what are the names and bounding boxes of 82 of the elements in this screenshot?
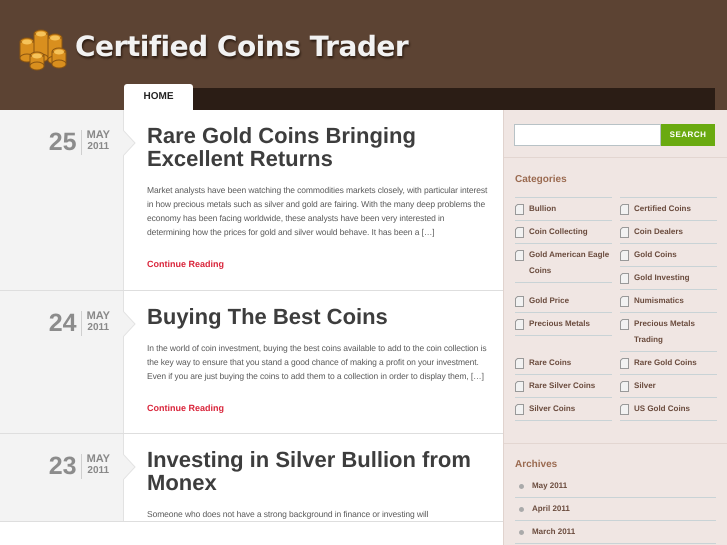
category-label: Gold Investing [634,272,690,284]
category-link[interactable]: Rare Gold Coins [620,352,717,375]
document-icon [515,358,524,369]
post-title[interactable]: Rare Gold Coins Bringing Excellent Returns [147,124,489,170]
category-link[interactable]: Bullion [515,197,612,221]
category-label: Rare Silver Coins [529,380,596,392]
date-month: MAY [86,130,110,141]
post-title[interactable]: Investing in Silver Bullion from Monex [147,448,489,494]
category-label: Precious Metals Trading [634,318,696,346]
document-icon [515,204,524,215]
archive-label: May 2011 [532,480,568,492]
category-label: Bullion [529,203,556,215]
post-excerpt: Market analysts have been watching the commodities markets closely, with particular interest in how precious metals such as silver and gold are fairing. With the many deep problems the economy has been facing worldwide, these analysts have been very interested in determining how the prices for gold and silver would behave. It has been a […] [147,184,488,239]
category-label: Coin Collecting [529,226,588,238]
document-icon [515,404,524,415]
date-year: 2011 [87,141,110,152]
category-label: Gold Price [529,295,570,307]
bullet-icon [519,530,524,534]
document-icon [515,250,524,261]
date-day: 24 [48,310,82,336]
category-label: Precious Metals [529,318,590,330]
site-title[interactable]: Certified Coins Trader [75,26,408,68]
category-link[interactable]: Rare Silver Coins [515,375,612,398]
date-month: MAY [86,310,110,322]
date-year: 2011 [87,465,110,476]
archive-label: April 2011 [532,503,570,515]
document-icon [620,404,629,415]
date-day: 23 [48,454,82,479]
category-link[interactable]: Gold Investing [620,267,717,290]
date-day: 25 [48,130,82,155]
archive-link[interactable]: April 2011 [515,498,716,521]
category-link[interactable]: Gold Coins [620,244,717,267]
date-year: 2011 [87,322,110,332]
archive-label: March 2011 [532,526,576,538]
document-icon [620,250,629,261]
section-heading: Archives [515,458,558,472]
document-icon [620,227,629,238]
document-icon [620,358,629,369]
category-label: Certified Coins [634,203,691,215]
category-label: Coin Dealers [634,226,683,238]
post-title[interactable]: Buying The Best Coins [147,304,489,328]
category-label: Silver [634,380,656,392]
category-link[interactable]: Silver Coins [515,398,612,421]
category-link[interactable]: Numismatics [620,290,717,313]
document-icon [620,273,629,284]
category-label: Numismatics [634,295,684,307]
category-link[interactable]: US Gold Coins [620,398,717,421]
category-link[interactable]: Gold American Eagle Coins [515,244,612,283]
category-link[interactable]: Coin Dealers [620,221,717,244]
category-label: Rare Gold Coins [634,357,697,369]
category-label: US Gold Coins [634,403,690,415]
category-link[interactable]: Gold Price [515,290,612,313]
document-icon [620,381,629,392]
bullet-icon [519,506,524,512]
section-heading: Categories [515,173,568,187]
archive-link[interactable]: May 2011 [515,475,716,498]
category-link[interactable]: Certified Coins [620,197,717,221]
document-icon [515,319,524,330]
document-icon [515,381,524,392]
continue-reading-link[interactable]: Continue Reading [147,258,489,272]
category-label: Gold American Eagle Coins [529,249,610,277]
document-icon [515,227,524,238]
document-icon [620,319,629,330]
bullet-icon [519,484,524,488]
post-excerpt: In the world of coin investment, buying the best coins available to add to the coin collection is the key way to ensure that you stand a good chance of making a profit on your investment. Even if you are just buying the coins to add them to a collection in order to display them, […] [147,342,488,382]
nav-tab[interactable]: HOME [124,84,193,110]
category-link[interactable]: Precious Metals Trading [620,313,717,352]
category-label: Silver Coins [529,403,576,415]
date-month: MAY [86,454,110,465]
document-icon [620,204,629,215]
search-field[interactable] [514,124,661,146]
category-link[interactable]: Precious Metals [515,313,612,336]
post-excerpt: Someone who does not have a strong background in finance or investing will [147,508,430,521]
document-icon [620,296,629,307]
continue-reading-link[interactable]: Continue Reading [147,402,489,415]
category-label: Gold Coins [634,249,677,261]
category-link[interactable]: Silver [620,375,717,398]
category-link[interactable]: Rare Coins [515,352,612,375]
category-link[interactable]: Coin Collecting [515,221,612,244]
archive-link[interactable]: March 2011 [515,521,716,544]
category-label: Rare Coins [529,357,572,369]
document-icon [515,296,524,307]
